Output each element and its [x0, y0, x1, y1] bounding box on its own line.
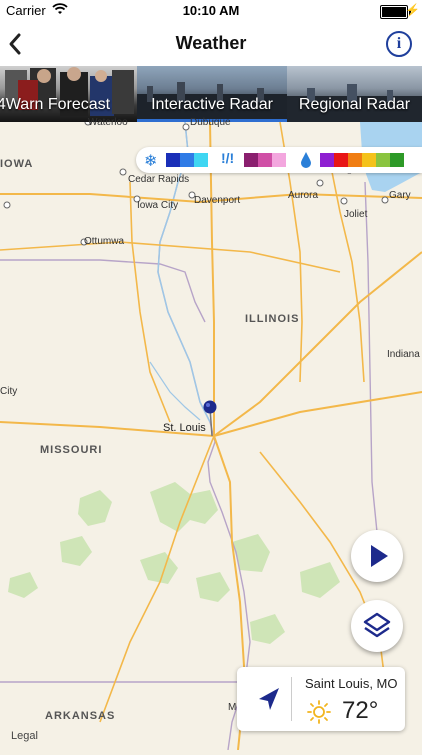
map-label-ottumwa: Ottumwa — [84, 236, 125, 247]
map-label-illinois: ILLINOIS — [245, 313, 300, 325]
legend-swatch — [348, 153, 362, 167]
legend-swatch — [180, 153, 194, 167]
legend-swatch — [390, 153, 404, 167]
raindrop-icon — [301, 152, 311, 168]
map-label-iowa: IOWA — [0, 158, 34, 170]
layers-icon — [363, 612, 391, 638]
weather-location: Saint Louis, MO — [305, 676, 398, 691]
map-view[interactable]: Waterloo Dubuque IOWA Chicago Cedar Rapi… — [0, 117, 422, 751]
map-label-city: City — [0, 386, 18, 397]
map-label-dubuque: Dubuque — [190, 117, 231, 128]
legend-swatch — [320, 153, 334, 167]
play-icon — [371, 545, 388, 567]
map-label-arkansas: ARKANSAS — [45, 710, 116, 722]
temperature: 72° — [342, 697, 379, 724]
map-label-cedar-rapids: Cedar Rapids — [128, 174, 190, 185]
legend-swatch — [272, 153, 286, 167]
radar-legend: ❄ !/! — [136, 147, 422, 173]
map-label-waterloo: Waterloo — [88, 117, 128, 128]
info-button[interactable]: i — [386, 31, 412, 57]
info-icon: i — [396, 35, 402, 52]
tab-label: 4Warn Forecast — [0, 96, 111, 113]
legend-swatch — [362, 153, 376, 167]
map-label-missouri: MISSOURI — [40, 444, 103, 456]
legend-swatch — [194, 153, 208, 167]
divider — [291, 677, 292, 721]
map-label-gary: Gary — [389, 190, 411, 201]
tab-label: Interactive Radar — [151, 96, 273, 113]
tab-regional-radar[interactable]: Regional Radar — [287, 66, 422, 122]
play-button[interactable] — [351, 530, 403, 582]
legend-swatch — [244, 153, 258, 167]
location-arrow-icon[interactable] — [255, 685, 283, 713]
map-label-st-louis: St. Louis — [163, 422, 206, 434]
page-title: Weather — [175, 33, 247, 53]
current-weather-card[interactable]: Saint Louis, MO 72° — [237, 667, 405, 731]
legend-swatch — [334, 153, 348, 167]
tab-label: Regional Radar — [298, 96, 411, 113]
snowflake-icon: ❄ — [144, 153, 158, 170]
clock: 10:10 AM — [182, 3, 240, 18]
map-label-aurora: Aurora — [288, 190, 319, 201]
location-pin-icon[interactable] — [201, 398, 219, 438]
legend-swatch — [376, 153, 390, 167]
map-label-davenport: Davenport — [194, 195, 241, 206]
map-label-indiana: Indiana — [387, 349, 420, 360]
navigation-bar: Weather i — [0, 22, 422, 66]
tab-interactive-radar[interactable]: Interactive Radar — [137, 66, 287, 122]
sun-icon — [307, 700, 331, 724]
map-label-iowa-city: Iowa City — [137, 200, 179, 211]
layers-button[interactable] — [351, 600, 403, 652]
status-bar: Carrier 10:10 AM ⚡ — [0, 0, 422, 22]
map-label-joliet: Joliet — [344, 209, 368, 220]
mixed-precip-icon: !/! — [221, 150, 235, 166]
legend-swatch — [258, 153, 272, 167]
tab-bar: 4Warn Forecast Interactive Radar Regiona… — [0, 66, 422, 122]
legend-swatch — [166, 153, 180, 167]
tab-4warn-forecast[interactable]: 4Warn Forecast — [0, 66, 137, 122]
legal-link[interactable]: Legal — [11, 730, 38, 742]
